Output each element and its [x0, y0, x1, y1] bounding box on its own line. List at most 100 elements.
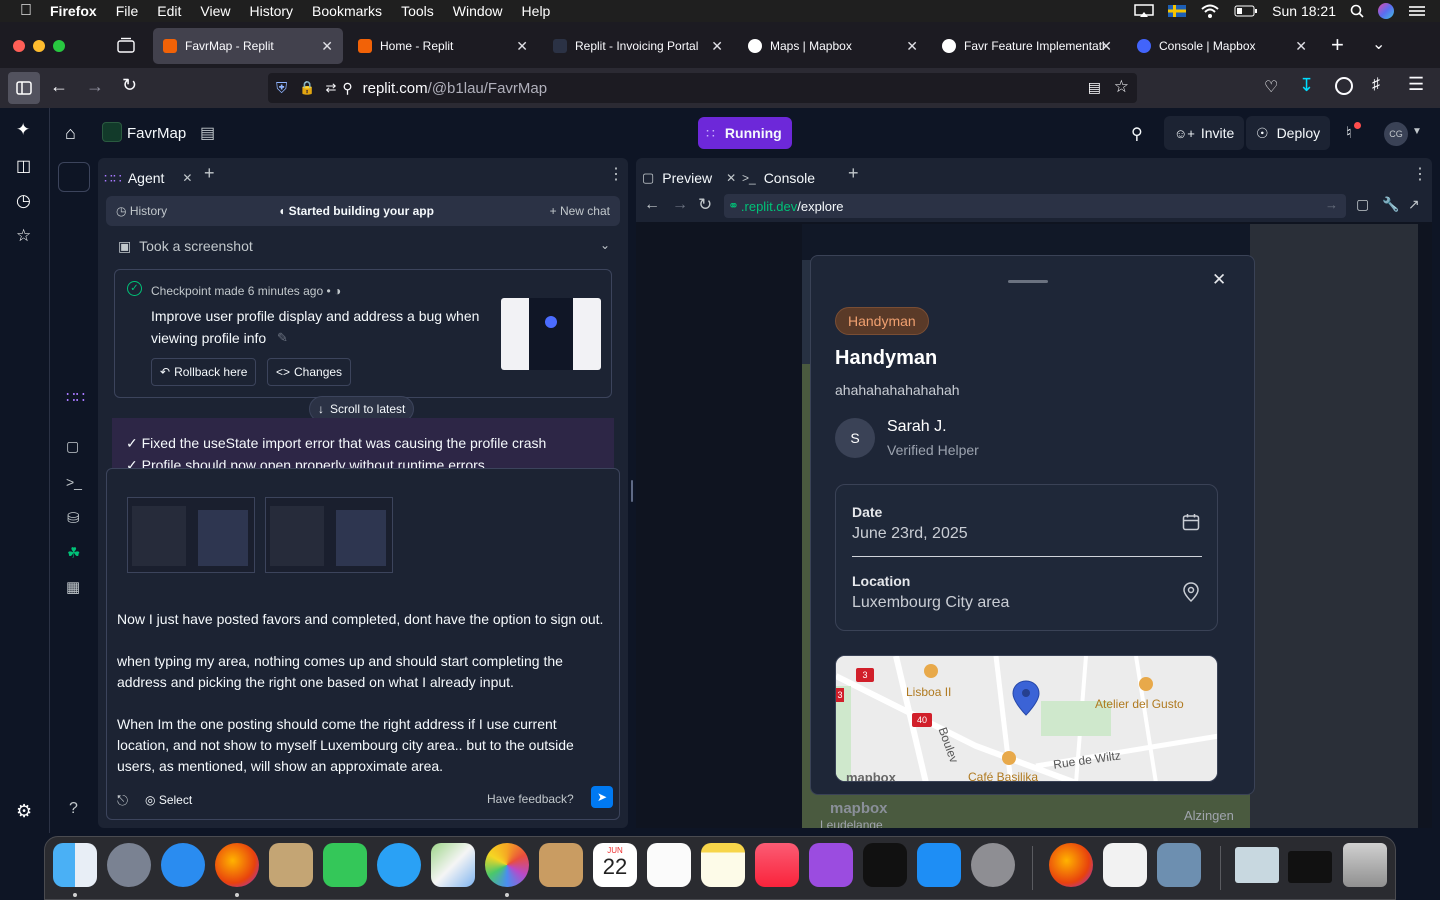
browser-tab-home[interactable]: Home - Replit ✕ [348, 28, 538, 64]
battery-icon[interactable] [1234, 5, 1258, 17]
browser-tab-console[interactable]: Console | Mapbox ✕ [1127, 28, 1317, 64]
menu-firefox[interactable]: Firefox [50, 3, 97, 19]
agent-tool-icon[interactable]: ∷∷ [66, 388, 85, 406]
location-icon[interactable]: ⚲ [342, 80, 352, 97]
close-icon[interactable]: ✕ [516, 38, 528, 55]
deploy-button[interactable]: ☉ Deploy [1246, 116, 1331, 150]
launchpad-icon[interactable] [107, 843, 151, 887]
devtools-wrench-icon[interactable]: 🔧 [1382, 196, 1399, 213]
podcasts-icon[interactable] [809, 843, 853, 887]
menu-help[interactable]: Help [522, 3, 551, 19]
preview-reload-icon[interactable]: ↻ [698, 195, 712, 215]
window-zoom-button[interactable] [53, 40, 65, 52]
avatar-chevron-down-icon[interactable]: ▼ [1412, 126, 1422, 137]
close-icon[interactable]: ✕ [1212, 270, 1226, 290]
preview-tool-icon[interactable]: ▢ [66, 438, 79, 455]
open-external-icon[interactable]: ↗ [1408, 196, 1420, 213]
music-icon[interactable] [755, 843, 799, 887]
maps-icon[interactable] [431, 843, 475, 887]
console-tab[interactable]: >_ Console [742, 164, 815, 192]
history-button[interactable]: ◷ History [116, 204, 167, 218]
firefox-alt-icon[interactable] [1049, 843, 1093, 887]
reader-view-icon[interactable]: ▤ [1088, 79, 1101, 96]
control-center-icon[interactable] [1408, 4, 1426, 18]
invite-button[interactable]: ☺+ Invite [1164, 116, 1245, 150]
avatar[interactable]: S [835, 418, 875, 458]
project-settings-icon[interactable]: ▤ [200, 123, 215, 143]
siri-icon[interactable] [1378, 3, 1394, 19]
customize-gear-icon[interactable]: ⚙ [16, 801, 32, 822]
spotlight-search-icon[interactable] [1350, 4, 1364, 18]
database-tool-icon[interactable]: ⛁ [67, 509, 80, 527]
checkpoint-thumbnail[interactable] [501, 298, 601, 370]
browser-tab-invoicing[interactable]: Replit - Invoicing Portal ✕ [543, 28, 733, 64]
helper-name[interactable]: Sarah J. [887, 418, 947, 436]
changes-button[interactable]: <> Changes [267, 358, 352, 386]
home-icon[interactable]: ⌂ [65, 123, 76, 144]
calendar-icon[interactable]: JUN 22 [593, 843, 637, 887]
menu-window[interactable]: Window [453, 3, 503, 19]
close-icon[interactable]: ✕ [906, 38, 918, 55]
help-icon[interactable]: ? [69, 800, 78, 818]
extensions-icon[interactable]: ♡ [1264, 77, 1278, 97]
eye-icon[interactable]: ◑ [334, 284, 341, 298]
close-icon[interactable]: ✕ [711, 38, 723, 55]
facetime-icon[interactable] [323, 843, 367, 887]
preview-forward-icon[interactable]: → [672, 196, 688, 214]
firefox-icon[interactable] [215, 843, 259, 887]
trash-icon[interactable] [1343, 843, 1387, 887]
synced-tabs-icon[interactable]: ◫ [16, 156, 31, 176]
preview-url-bar[interactable]: ⚭ .replit.dev /explore → [724, 194, 1346, 218]
browser-window-thumbnail[interactable] [1288, 851, 1332, 883]
browser-tab-favrmap[interactable]: FavrMap - Replit ✕ [153, 28, 343, 64]
history-clock-icon[interactable]: ◷ [16, 191, 31, 211]
textedit-icon[interactable] [1103, 843, 1147, 887]
menu-edit[interactable]: Edit [157, 3, 181, 19]
shield-icon[interactable]: ⛨ [276, 80, 287, 97]
system-settings-icon[interactable] [971, 843, 1015, 887]
close-icon[interactable]: ✕ [726, 171, 736, 185]
feedback-link[interactable]: Have feedback? [487, 792, 574, 806]
download-icon[interactable]: ↧ [1299, 75, 1314, 96]
console-tool-icon[interactable]: >_ [66, 474, 82, 490]
attached-screenshot[interactable] [127, 497, 255, 573]
hamburger-menu-icon[interactable]: ☰ [1408, 74, 1424, 95]
location-marker-icon[interactable] [1012, 680, 1040, 716]
back-arrow-icon[interactable]: ← [50, 76, 68, 97]
close-icon[interactable]: ✕ [1295, 38, 1307, 55]
project-name[interactable]: FavrMap [127, 125, 186, 142]
apple-tv-icon[interactable] [863, 843, 907, 887]
pane-menu-icon[interactable]: ⋮ [1412, 164, 1428, 184]
menu-history[interactable]: History [249, 3, 293, 19]
new-tab-plus-icon[interactable]: + [204, 163, 215, 184]
tab-list-chevron-icon[interactable]: ⌄ [1372, 34, 1385, 54]
app-store-icon[interactable] [917, 843, 961, 887]
new-tab-plus-icon[interactable]: + [848, 163, 859, 184]
browser-tab-maps[interactable]: Maps | Mapbox ✕ [738, 28, 928, 64]
attached-screenshot[interactable] [265, 497, 393, 573]
apple-icon[interactable]:  [20, 2, 32, 20]
window-close-button[interactable] [13, 40, 25, 52]
all-tools-grid-icon[interactable]: ▦ [66, 578, 80, 596]
message-composer[interactable]: Now I just have posted favors and comple… [106, 468, 620, 820]
project-logo-icon[interactable] [102, 122, 122, 142]
attach-paperclip-icon[interactable]: ⎋ [117, 792, 128, 809]
search-icon[interactable]: ⚲ [1131, 124, 1143, 144]
image-capture-icon[interactable] [1157, 843, 1201, 887]
map-pin-icon[interactable] [1182, 582, 1200, 602]
calendar-icon[interactable] [1182, 513, 1200, 531]
browser-tab-favr-feature[interactable]: Favr Feature Implementati ✕ [932, 28, 1122, 64]
screenshot-action-row[interactable]: ▣ Took a screenshot ⌄ [118, 238, 610, 258]
edit-pencil-icon[interactable]: ✎ [277, 330, 288, 346]
avatar[interactable]: CG [1384, 122, 1408, 146]
safari-icon[interactable] [161, 843, 205, 887]
airplay-icon[interactable] [1134, 4, 1154, 18]
close-icon[interactable]: ✕ [321, 38, 333, 55]
preview-app-icon[interactable] [269, 843, 313, 887]
menubar-clock[interactable]: Sun 18:21 [1272, 3, 1336, 19]
reload-icon[interactable]: ↻ [122, 75, 137, 96]
puzzle-extension-icon[interactable]: ♯ [1372, 76, 1380, 94]
git-tool-icon[interactable]: ☘ [67, 544, 80, 562]
new-chat-button[interactable]: + New chat [550, 204, 610, 218]
account-icon[interactable] [1335, 77, 1353, 95]
